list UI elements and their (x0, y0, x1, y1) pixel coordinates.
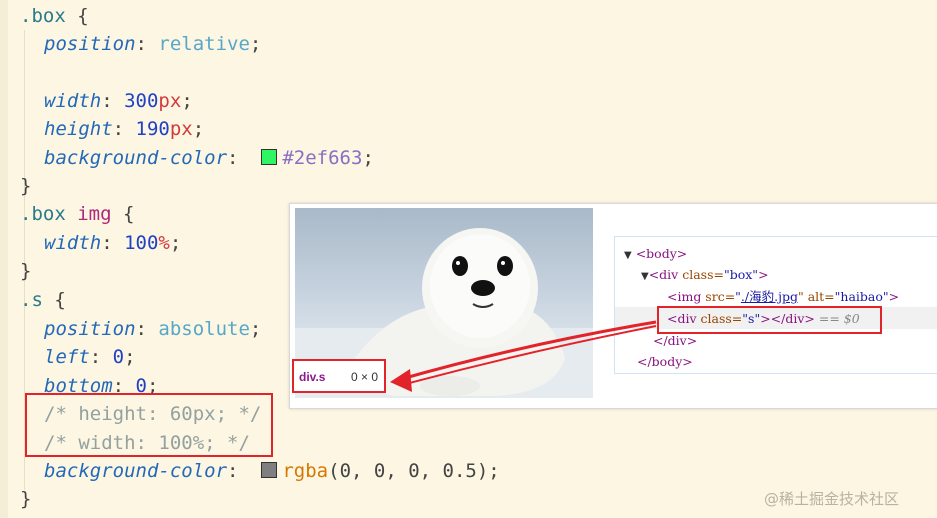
arrow-head-icon (390, 369, 412, 392)
watermark-text: @稀土掘金技术社区 (764, 490, 900, 508)
annotation-arrow (390, 320, 657, 392)
